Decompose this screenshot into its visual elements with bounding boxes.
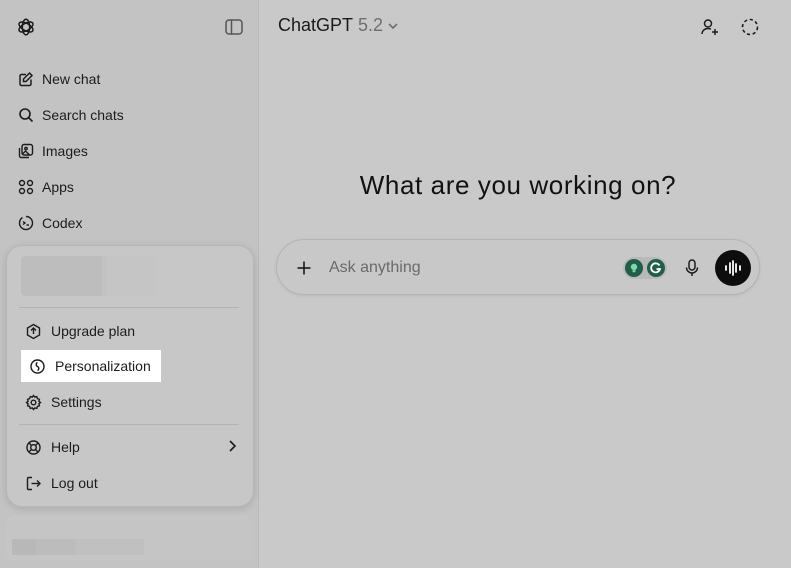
microphone-icon[interactable] [681,257,703,279]
menu-item-help[interactable]: Help [19,431,243,463]
edit-icon [16,69,36,89]
menu-item-label: Help [51,439,80,455]
menu-item-upgrade-plan[interactable]: Upgrade plan [19,315,243,347]
help-icon [23,437,43,457]
codex-icon [16,213,36,233]
logout-icon [23,473,43,493]
main-panel: ChatGPT 5.2 What are you working on? [260,0,791,568]
extension-lightbulb-icon [625,259,643,277]
sidebar-item-codex[interactable]: Codex [10,208,248,238]
menu-item-log-out[interactable]: Log out [19,467,243,499]
menu-item-personalization[interactable]: Personalization [21,350,161,382]
page-heading: What are you working on? [359,170,677,200]
profile-menu: Upgrade plan Personalization Settings He… [6,245,254,507]
chevron-down-icon [387,22,399,30]
apps-icon [16,177,36,197]
add-person-icon[interactable] [699,16,721,38]
upgrade-icon [23,321,43,341]
voice-mode-button[interactable] [715,250,751,286]
sidebar-item-label: Search chats [42,107,124,123]
menu-item-settings[interactable]: Settings [19,386,243,418]
menu-item-label: Upgrade plan [51,323,136,339]
temporary-chat-icon[interactable] [739,16,761,38]
extension-icons[interactable] [623,257,667,279]
chevron-right-icon [227,439,237,456]
gear-icon [23,392,43,412]
waveform-icon [725,260,741,276]
model-version: 5.2 [358,15,384,35]
sidebar-item-search-chats[interactable]: Search chats [10,100,248,130]
menu-divider [19,307,239,308]
app-window: New chat Search chats Images Apps Codex [0,0,791,568]
account-footer-redacted[interactable] [6,515,252,561]
images-icon [16,141,36,161]
account-info-redacted[interactable] [21,256,156,296]
model-name: ChatGPT [278,15,354,35]
sidebar-item-label: Images [42,143,88,159]
prompt-input[interactable] [329,257,609,279]
menu-item-label: Personalization [55,358,151,374]
plus-icon[interactable] [293,257,315,279]
search-icon [16,105,36,125]
menu-item-label: Log out [51,475,98,491]
sidebar: New chat Search chats Images Apps Codex [0,0,259,568]
sidebar-item-label: Codex [42,215,83,231]
openai-logo-icon[interactable] [15,16,37,38]
model-selector[interactable]: ChatGPT 5.2 [278,15,399,36]
composer [276,239,760,295]
menu-divider [19,424,239,425]
sidebar-item-apps[interactable]: Apps [10,172,248,202]
extension-grammarly-icon [647,259,665,277]
menu-item-label: Settings [51,394,102,410]
sidebar-item-images[interactable]: Images [10,136,248,166]
sidebar-item-new-chat[interactable]: New chat [10,64,248,94]
personalization-icon [27,356,47,376]
sidebar-item-label: New chat [42,71,101,87]
sidebar-item-label: Apps [42,179,74,195]
sidebar-toggle-icon[interactable] [223,16,245,38]
